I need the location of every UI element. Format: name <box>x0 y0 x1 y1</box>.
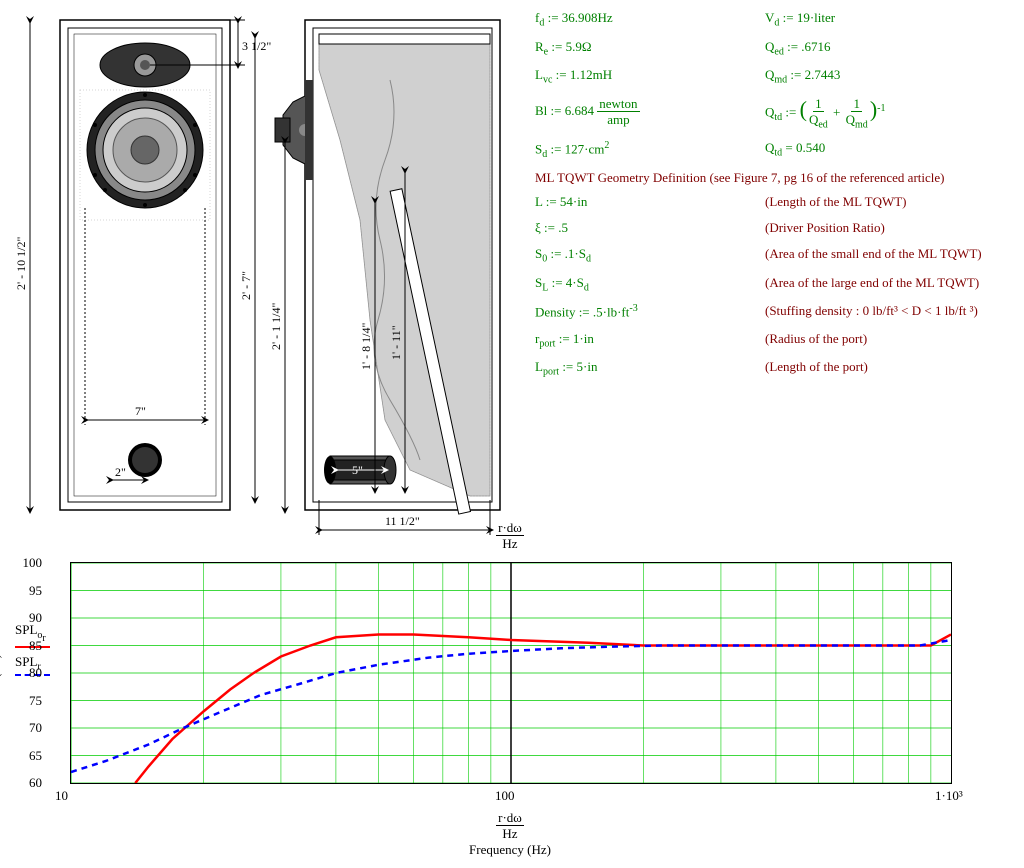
chart-plot-area <box>70 562 952 784</box>
geom-S0-desc: (Area of the small end of the ML TQWT) <box>765 246 982 265</box>
geom-SL-desc: (Area of the large end of the ML TQWT) <box>765 275 979 294</box>
svg-text:1' - 11": 1' - 11" <box>389 325 403 360</box>
svg-text:7": 7" <box>135 404 146 418</box>
param-Qtd: Qtd = 0.540 <box>765 140 825 160</box>
svg-text:11 1/2": 11 1/2" <box>385 514 420 528</box>
geom-rport: rport := 1·in <box>535 331 765 350</box>
geom-rport-desc: (Radius of the port) <box>765 331 867 350</box>
svg-text:2": 2" <box>115 465 126 479</box>
param-Qtd-formula: Qtd := (1Qed + 1Qmd)-1 <box>765 96 885 131</box>
param-Qed: Qed := .6716 <box>765 39 831 58</box>
geom-S0: S0 := .1·Sd <box>535 246 765 265</box>
param-Lvc: Lvc := 1.12mH <box>535 67 765 86</box>
spl-chart: SPL (dB) SPLor SPLr 6065707580859095100 … <box>70 562 1014 858</box>
front-view: 7" 2" <box>60 20 230 510</box>
param-Re: Re := 5.9Ω <box>535 39 765 58</box>
chart-ylabel: SPL (dB) <box>0 654 3 703</box>
param-Qmd: Qmd := 2.7443 <box>765 67 840 86</box>
svg-text:2' - 1 1/4": 2' - 1 1/4" <box>269 303 283 350</box>
speaker-drawings: 7" 2" 2' - 10 1/2" 3 1/2" 2' - 7" <box>10 10 515 520</box>
svg-text:2' - 10 1/2": 2' - 10 1/2" <box>14 237 28 290</box>
drawing-svg: 7" 2" 2' - 10 1/2" 3 1/2" 2' - 7" <box>10 10 515 540</box>
geom-Density-desc: (Stuffing density : 0 lb/ft³ < D < 1 lb/… <box>765 303 978 320</box>
param-Bl: Bl := 6.684 newtonamp <box>535 96 765 131</box>
geom-Lport: Lport := 5·in <box>535 359 765 378</box>
geom-L: L := 54·in <box>535 194 765 210</box>
svg-text:1' - 8 1/4": 1' - 8 1/4" <box>359 323 373 370</box>
geom-xi: ξ := .5 <box>535 220 765 236</box>
svg-text:3 1/2": 3 1/2" <box>242 39 271 53</box>
geom-SL: SL := 4·Sd <box>535 275 765 294</box>
param-fd: fd := 36.908Hz <box>535 10 765 29</box>
chart-xlabel: Frequency (Hz) <box>70 842 950 858</box>
param-Sd: Sd := 127·cm2 <box>535 140 765 160</box>
geom-L-desc: (Length of the ML TQWT) <box>765 194 907 210</box>
geom-Lport-desc: (Length of the port) <box>765 359 868 378</box>
param-Vd: Vd := 19·liter <box>765 10 835 29</box>
chart-bottom-xaxis-frac: r·dωHz <box>70 810 950 842</box>
svg-text:2' - 7": 2' - 7" <box>239 271 253 300</box>
geom-Density: Density := .5·lb·ft-3 <box>535 303 765 320</box>
parameters-panel: fd := 36.908Hz Vd := 19·liter Re := 5.9Ω… <box>535 10 1014 520</box>
geom-xi-desc: (Driver Position Ratio) <box>765 220 885 236</box>
geometry-section-title: ML TQWT Geometry Definition (see Figure … <box>535 170 1014 186</box>
side-view: 5" 11 1/2" 2' - 1 1/4" 1' - 8 1/4" 1' - … <box>269 20 500 535</box>
